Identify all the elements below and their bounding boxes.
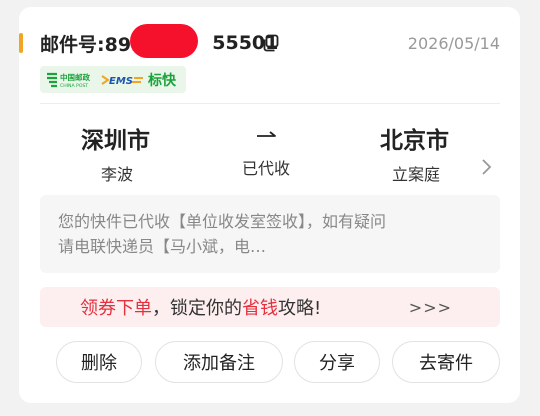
- arrow-icon: [257, 131, 276, 137]
- promo-text-3: 省钱: [242, 298, 278, 319]
- carrier-tag: 中国邮政 CHINA POST EMS 标快: [40, 66, 186, 93]
- promo-text-2: ，锁定你的: [152, 298, 242, 319]
- promo-text-4: 攻略!: [278, 298, 322, 319]
- share-button[interactable]: 分享: [294, 341, 380, 383]
- china-post-cn: 中国邮政: [60, 72, 90, 82]
- destination-city: 北京市: [380, 128, 449, 154]
- recipient-name: 立案庭: [392, 165, 441, 184]
- delete-button[interactable]: 删除: [56, 341, 142, 383]
- copy-icon[interactable]: [261, 34, 279, 52]
- accent-bar: [19, 33, 23, 53]
- china-post-en: CHINA POST: [60, 83, 88, 89]
- shipment-date: 2026/05/14: [407, 34, 500, 53]
- origin-city: 深圳市: [81, 128, 150, 154]
- send-package-button[interactable]: 去寄件: [392, 341, 500, 383]
- delivery-status: 已代收: [242, 159, 291, 178]
- waybill-label: 邮件号:895: [40, 33, 145, 56]
- message-line-1: 您的快件已代收【单位收发室签收】，如有疑问: [58, 212, 387, 231]
- ems-logo: EMS: [101, 74, 143, 87]
- tracking-message[interactable]: 您的快件已代收【单位收发室签收】，如有疑问 请电联快递员【马小斌，电…: [40, 195, 500, 273]
- sender-name: 李波: [101, 165, 134, 184]
- divider: [40, 103, 500, 104]
- chevron-right-icon[interactable]: [481, 158, 493, 176]
- ems-text: EMS: [109, 76, 133, 87]
- promo-text-1: 领券下单: [80, 298, 152, 319]
- redaction-mark: [130, 24, 198, 58]
- message-line-2: 请电联快递员【马小斌，电…: [58, 237, 267, 256]
- china-post-logo: 中国邮政 CHINA POST: [47, 72, 90, 89]
- service-label: 标快: [148, 72, 176, 89]
- add-note-button[interactable]: 添加备注: [155, 341, 283, 383]
- promo-more-arrows[interactable]: >>>: [409, 298, 452, 317]
- promo-banner[interactable]: 领券下单 ，锁定你的 省钱 攻略! >>>: [40, 287, 500, 327]
